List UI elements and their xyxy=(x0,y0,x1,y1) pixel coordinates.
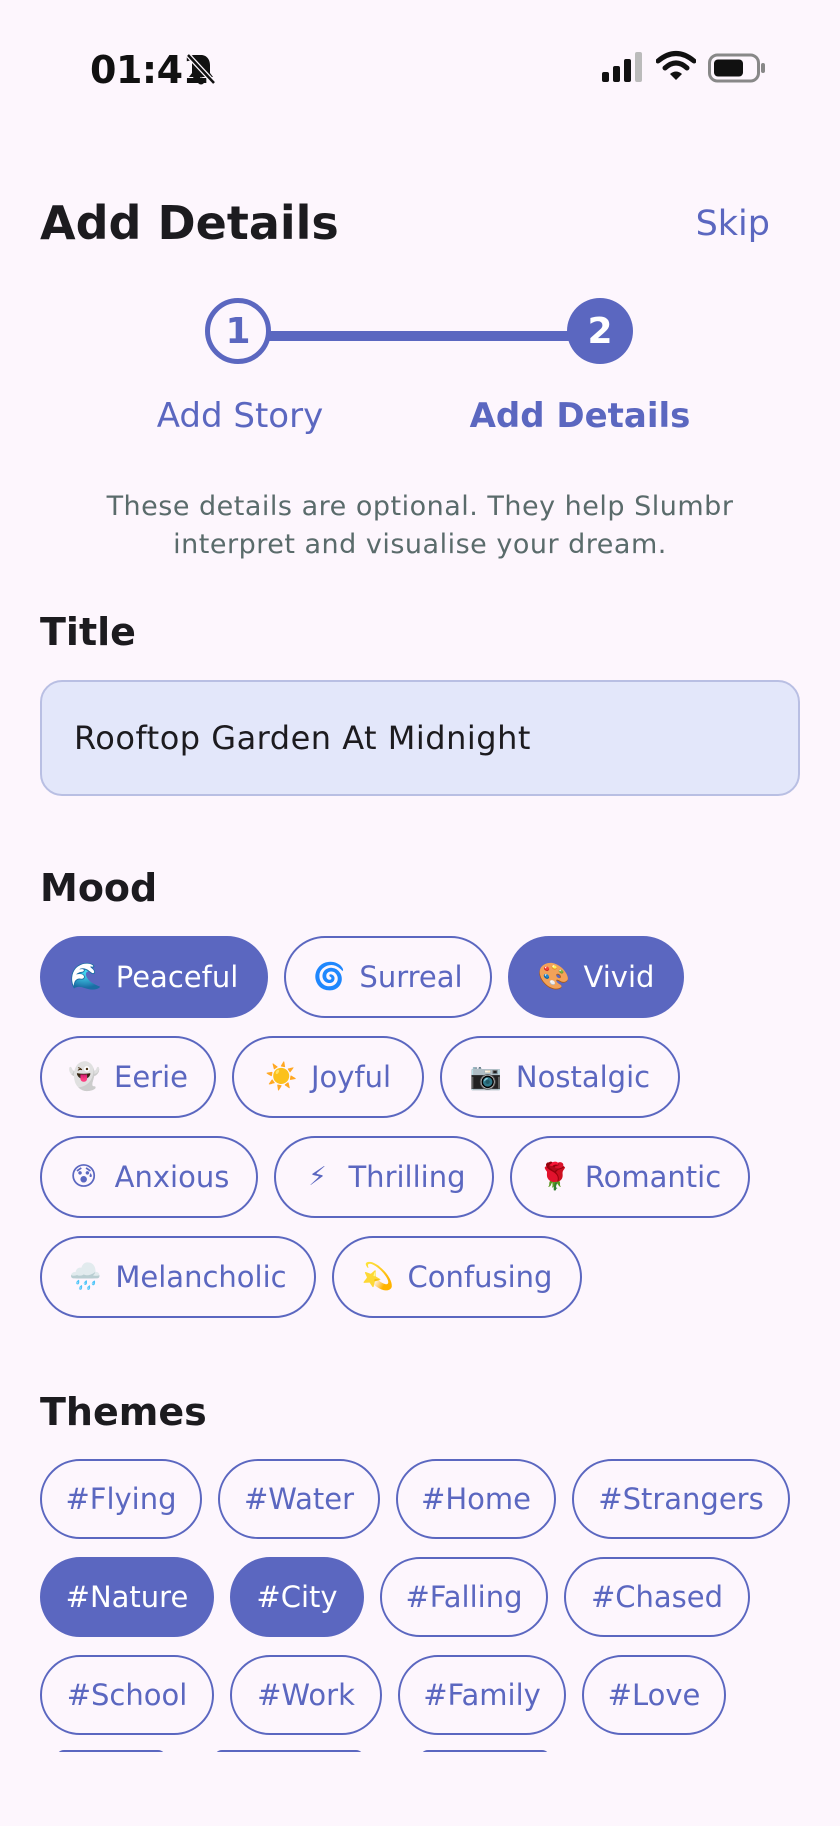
anxious-face-icon: 😰 xyxy=(70,1162,98,1192)
mood-chip-confusing[interactable]: 💫 Confusing xyxy=(332,1236,582,1318)
title-input[interactable] xyxy=(40,680,800,796)
theme-chip-strangers[interactable]: #Strangers xyxy=(572,1459,790,1539)
rain-cloud-icon: 🌧️ xyxy=(69,1262,102,1292)
theme-chip-water[interactable]: #Water xyxy=(218,1459,380,1539)
cellular-signal-icon xyxy=(602,52,642,82)
theme-chip-family[interactable]: #Family xyxy=(398,1655,566,1735)
progress-stepper: 1 2 Add Story Add Details xyxy=(0,296,840,446)
mood-chip-joyful[interactable]: ☀️ Joyful xyxy=(232,1036,424,1118)
chip-label: Nostalgic xyxy=(515,1060,651,1094)
mood-chip-vivid[interactable]: 🎨 Vivid xyxy=(508,936,684,1018)
helper-text: These details are optional. They help Sl… xyxy=(106,491,734,560)
title-section-label: Title xyxy=(40,610,136,654)
bell-slash-icon xyxy=(186,53,216,85)
mood-chip-peaceful[interactable]: 🌊 Peaceful xyxy=(40,936,268,1018)
chip-label: Vivid xyxy=(583,960,655,994)
ghost-icon: 👻 xyxy=(68,1062,101,1092)
cyclone-icon: 🌀 xyxy=(313,962,346,992)
palette-icon: 🎨 xyxy=(537,962,570,992)
chip-label: Melancholic xyxy=(115,1260,287,1294)
page-title: Add Details xyxy=(40,196,339,250)
chip-label: Peaceful xyxy=(115,960,239,994)
skip-button[interactable]: Skip xyxy=(696,204,770,244)
mood-chip-melancholic[interactable]: 🌧️ Melancholic xyxy=(40,1236,316,1318)
wave-icon: 🌊 xyxy=(69,962,103,992)
chip-label: Thrilling xyxy=(348,1160,466,1194)
stepper-connector xyxy=(238,331,602,341)
mood-chip-nostalgic[interactable]: 📷 Nostalgic xyxy=(440,1036,680,1118)
dizzy-icon: 💫 xyxy=(361,1262,394,1292)
step-1-indicator[interactable]: 1 xyxy=(205,298,271,364)
chip-label: Eerie xyxy=(114,1060,188,1094)
theme-chip-nature[interactable]: #Nature xyxy=(40,1557,214,1637)
wifi-icon xyxy=(656,51,696,80)
scroll-fade xyxy=(0,1752,840,1826)
mood-section-label: Mood xyxy=(40,866,158,910)
sun-icon: ☀️ xyxy=(264,1062,298,1092)
lightning-icon: ⚡ xyxy=(308,1162,327,1192)
chip-label: Surreal xyxy=(359,960,463,994)
mood-chip-surreal[interactable]: 🌀 Surreal xyxy=(284,936,492,1018)
step-2-indicator[interactable]: 2 xyxy=(567,298,633,364)
theme-chip-chased[interactable]: #Chased xyxy=(564,1557,750,1637)
theme-chip-city[interactable]: #City xyxy=(230,1557,364,1637)
chip-label: Joyful xyxy=(310,1060,392,1094)
theme-chip-flying[interactable]: #Flying xyxy=(40,1459,202,1539)
rose-icon: 🌹 xyxy=(538,1162,572,1192)
chip-label: Confusing xyxy=(407,1260,553,1294)
mood-chip-romantic[interactable]: 🌹 Romantic xyxy=(510,1136,750,1218)
step-1-label: Add Story xyxy=(156,396,324,436)
chip-label: Anxious xyxy=(114,1160,230,1194)
chip-label: Romantic xyxy=(584,1160,722,1194)
battery-icon xyxy=(708,53,765,83)
theme-chip-home[interactable]: #Home xyxy=(396,1459,556,1539)
theme-chip-falling[interactable]: #Falling xyxy=(380,1557,548,1637)
step-2-label: Add Details xyxy=(469,396,691,436)
themes-section-label: Themes xyxy=(40,1390,207,1434)
mood-chip-eerie[interactable]: 👻 Eerie xyxy=(40,1036,216,1118)
theme-chip-love[interactable]: #Love xyxy=(582,1655,726,1735)
theme-chip-work[interactable]: #Work xyxy=(230,1655,382,1735)
mood-chip-thrilling[interactable]: ⚡ Thrilling xyxy=(274,1136,494,1218)
theme-chip-school[interactable]: #School xyxy=(40,1655,214,1735)
mood-chip-anxious[interactable]: 😰 Anxious xyxy=(40,1136,258,1218)
status-bar: 01:41 xyxy=(0,0,840,136)
camera-icon: 📷 xyxy=(469,1062,503,1092)
